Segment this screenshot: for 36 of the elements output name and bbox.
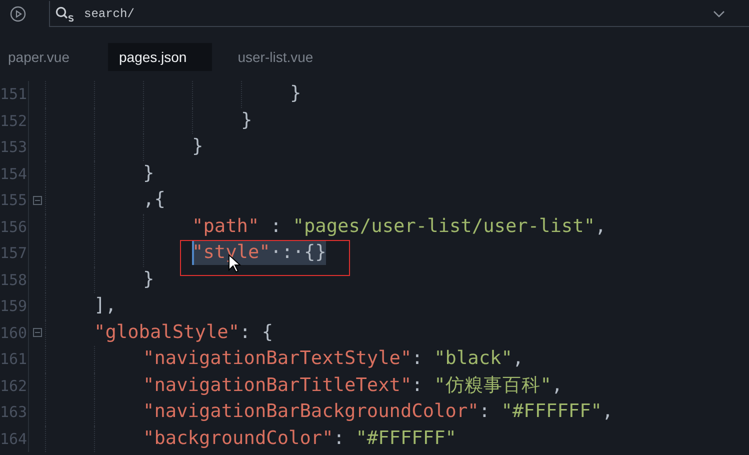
line-number: 156 bbox=[0, 218, 27, 236]
line-number: 160 bbox=[0, 324, 27, 342]
code-line: } bbox=[143, 162, 154, 186]
code-line: } bbox=[241, 108, 252, 133]
code-line: "navigationBarTextStyle": "black", bbox=[143, 347, 524, 372]
tab[interactable]: pages.json bbox=[108, 43, 212, 71]
code-line: ,{ bbox=[143, 188, 166, 212]
search-field[interactable]: search/ bbox=[84, 6, 644, 20]
line-number: 152 bbox=[0, 112, 27, 130]
line-number: 157 bbox=[0, 244, 27, 262]
tab[interactable]: user-list.vue bbox=[230, 43, 322, 71]
line-number: 162 bbox=[0, 376, 27, 395]
code-line: } bbox=[192, 135, 204, 160]
code-line: "navigationBarTitleText": "仿糗事百科", bbox=[143, 374, 563, 398]
line-number: 164 bbox=[0, 430, 27, 448]
play-icon[interactable] bbox=[10, 6, 26, 22]
tab[interactable]: paper.vue bbox=[0, 43, 108, 71]
line-number: 151 bbox=[0, 85, 27, 104]
line-number: 154 bbox=[0, 164, 27, 183]
line-number: 159 bbox=[0, 297, 27, 316]
line-number: 153 bbox=[0, 138, 27, 156]
search-icon bbox=[55, 6, 75, 22]
chevron-down-icon[interactable] bbox=[713, 10, 725, 18]
line-number: 158 bbox=[0, 270, 27, 289]
line-number: 161 bbox=[0, 350, 27, 368]
code-line: ], bbox=[94, 294, 116, 318]
line-number: 163 bbox=[0, 403, 27, 422]
collapse-icon[interactable] bbox=[32, 328, 42, 338]
code-line: "path" : "pages/user-list/user-list", bbox=[192, 214, 606, 239]
code-line: "navigationBarBackgroundColor": "#FFFFFF", bbox=[143, 400, 614, 424]
code-line: } bbox=[290, 82, 302, 106]
line-number: 155 bbox=[0, 191, 27, 210]
code-line: } bbox=[143, 268, 154, 292]
code-line: "backgroundColor": "#FFFFFF" bbox=[143, 426, 456, 451]
collapse-icon[interactable] bbox=[32, 196, 42, 205]
code-line: "globalStyle": { bbox=[94, 320, 274, 345]
